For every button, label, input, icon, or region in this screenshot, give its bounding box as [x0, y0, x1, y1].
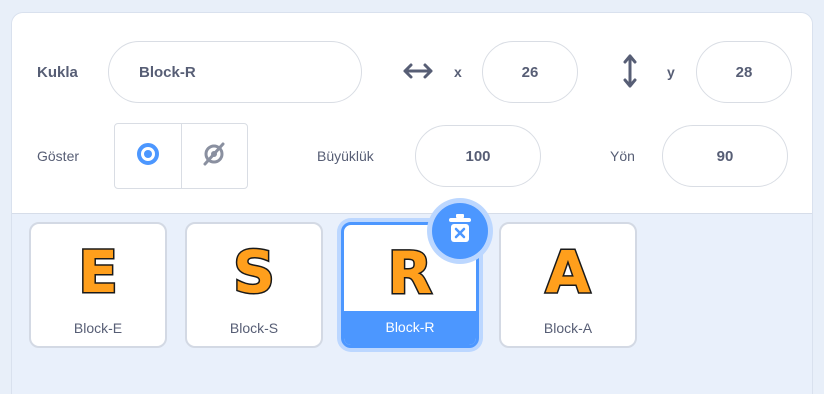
- sprite-tile-name: Block-A: [543, 320, 593, 336]
- show-label: Göster: [37, 148, 80, 164]
- sprite-name-input[interactable]: Block-R: [108, 41, 362, 103]
- sprite-label: Kukla: [37, 64, 78, 81]
- delete-sprite-button[interactable]: [432, 203, 488, 259]
- eye-icon: [135, 141, 161, 172]
- sprite-thumbnail-letter: A: [546, 238, 591, 304]
- size-value: 100: [465, 147, 491, 165]
- hide-sprite-button[interactable]: [180, 124, 248, 188]
- sprite-tile[interactable]: S Block-S: [185, 222, 323, 348]
- sprite-thumbnail-letter: R: [388, 239, 433, 305]
- vertical-arrows-icon: [622, 53, 638, 94]
- sprite-tile[interactable]: A Block-A: [499, 222, 637, 348]
- size-label: Büyüklük: [317, 148, 374, 164]
- horizontal-arrows-icon: [402, 59, 434, 88]
- trash-icon: [447, 213, 473, 249]
- sprite-info-header: Kukla Block-R x 26 y 28 Göster Büyüklük …: [12, 13, 812, 214]
- x-value: 26: [521, 63, 539, 81]
- sprite-thumbnail: E: [31, 232, 165, 305]
- sprite-name-value: Block-R: [139, 63, 196, 81]
- sprite-thumbnail: A: [501, 232, 635, 305]
- sprite-tile-name: Block-R: [344, 311, 476, 345]
- x-label: x: [454, 64, 462, 80]
- y-value: 28: [735, 63, 753, 81]
- x-input[interactable]: 26: [482, 41, 578, 103]
- size-input[interactable]: 100: [415, 125, 541, 187]
- direction-value: 90: [716, 147, 734, 165]
- sprite-tile-name: Block-E: [73, 320, 123, 336]
- direction-label: Yön: [610, 148, 635, 164]
- sprite-thumbnail: S: [187, 232, 321, 305]
- sprite-tile-name: Block-S: [229, 320, 279, 336]
- visibility-toggle-group: [114, 123, 248, 189]
- sprite-thumbnail-letter: E: [78, 238, 118, 304]
- direction-input[interactable]: 90: [662, 125, 788, 187]
- eye-hidden-icon: [200, 140, 228, 173]
- sprite-tile[interactable]: E Block-E: [29, 222, 167, 348]
- y-input[interactable]: 28: [696, 41, 792, 103]
- y-label: y: [667, 64, 675, 80]
- sprite-thumbnail-letter: S: [233, 238, 275, 304]
- show-sprite-button[interactable]: [115, 124, 181, 188]
